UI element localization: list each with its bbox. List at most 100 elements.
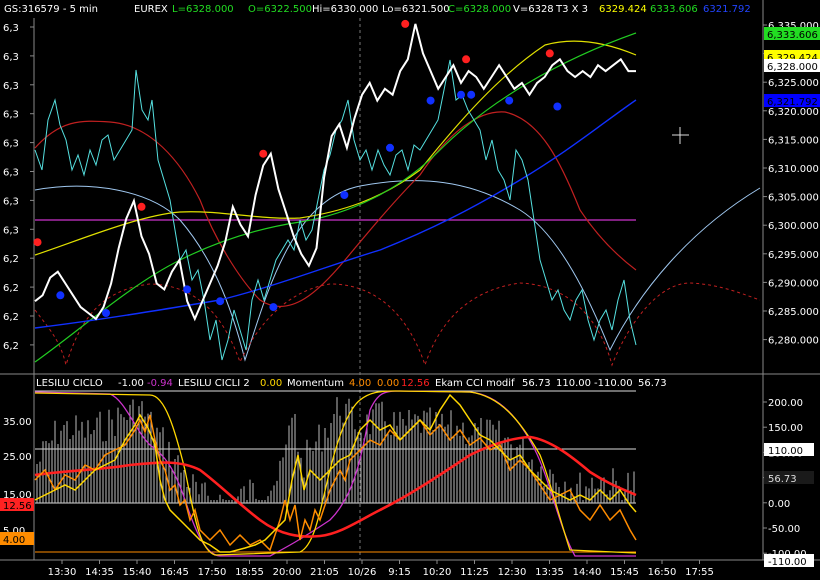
osc2-name: LESILU CICLI 2 <box>178 378 250 389</box>
swing-high-dot <box>545 49 554 58</box>
osc-left-badge: 12.56 <box>0 498 34 512</box>
time-tick-label: 15:40 <box>123 567 152 578</box>
price-left-tick-label: 6,3 <box>3 81 19 92</box>
volume-label: V=6328 <box>513 4 554 15</box>
osc-badge: -110.00 <box>764 554 814 568</box>
bars-label: T3 X 3 <box>555 4 588 15</box>
time-tick-label: 16:50 <box>648 567 677 578</box>
time-tick-label: 13:35 <box>535 567 564 578</box>
time-tick-label: 9:15 <box>388 567 410 578</box>
osc2-value: 0.00 <box>260 378 282 389</box>
price-left-tick-label: 6,3 <box>3 168 19 179</box>
symbol-label: GS:316579 - 5 min <box>4 4 98 15</box>
swing-low-dot <box>340 191 349 199</box>
trading-chart: GS:316579 - 5 min EUREX L=6328.000 O=632… <box>0 0 820 580</box>
swing-high-dot <box>137 202 146 211</box>
osc-left-tick-label: 35.00 <box>3 417 32 428</box>
indicator-1-value: 6329.424 <box>599 4 647 15</box>
osc-left-badge: 4.00 <box>0 532 34 546</box>
swing-low-dot <box>216 297 225 306</box>
price-badge: 6,333.606 <box>764 27 820 41</box>
time-tick-label: 13:30 <box>48 567 77 578</box>
osc3-name: Momentum <box>287 378 344 389</box>
time-tick-label: 12:30 <box>498 567 527 578</box>
osc3-value-c: 12.56 <box>401 378 430 389</box>
close-label: C=6328.000 <box>448 4 511 15</box>
price-tick-label: 6,295.000 <box>768 250 819 261</box>
time-tick-label: 21:05 <box>310 567 339 578</box>
price-left-tick-label: 6,2 <box>3 312 19 323</box>
swing-low-dot <box>467 90 476 99</box>
price-tick-label: 6,305.000 <box>768 193 819 204</box>
last-label: L=6328.000 <box>172 4 234 15</box>
osc-tick-label: 0.00 <box>768 499 790 510</box>
osc3-value-b: 0.00 <box>377 378 399 389</box>
swing-low-dot <box>102 309 111 317</box>
osc4-value-a: 56.73 <box>522 378 551 389</box>
osc1-name: LESILU CICLO <box>36 378 103 389</box>
osc4-value-c: -110.00 <box>594 378 633 389</box>
osc1-value-a: -1.00 <box>118 378 144 389</box>
time-tick-label: 16:45 <box>160 567 189 578</box>
swing-low-dot <box>183 285 192 294</box>
price-badge: 6,328.000 <box>764 59 820 73</box>
osc-left-tick-label: 25.00 <box>3 452 32 463</box>
price-badge-label: 6,328.000 <box>767 62 818 73</box>
open-label: O=6322.500 <box>248 4 312 15</box>
exchange-label: EUREX <box>134 4 168 15</box>
swing-low-dot <box>269 303 278 312</box>
price-left-tick-label: 6,3 <box>3 23 19 34</box>
oscillator-header: LESILU CICLO -1.00 -0.94 LESILU CICLI 2 … <box>36 378 667 389</box>
price-left-tick-label: 6,2 <box>3 254 19 265</box>
time-tick-label: 14:35 <box>85 567 114 578</box>
price-left-tick-label: 6,2 <box>3 283 19 294</box>
osc-tick-label: 150.00 <box>768 423 803 434</box>
price-tick-label: 6,325.000 <box>768 78 819 89</box>
time-tick-label: 14:40 <box>573 567 602 578</box>
osc1-value-b: -0.94 <box>147 378 173 389</box>
osc-left-badge-label: 12.56 <box>3 501 32 512</box>
price-badges: 6,333.6066,329.4246,328.0006,321.792 <box>764 27 820 108</box>
time-tick-label: 20:00 <box>273 567 302 578</box>
price-left-tick-label: 6,3 <box>3 52 19 63</box>
time-tick-label: 18:55 <box>235 567 264 578</box>
swing-low-dot <box>553 102 562 111</box>
osc4-value-d: 56.73 <box>638 378 667 389</box>
swing-low-dot <box>386 143 395 152</box>
price-badge-label: 6,321.792 <box>767 97 818 108</box>
osc4-name: Ekam CCI modif <box>435 378 515 389</box>
swing-low-dot <box>457 90 466 99</box>
osc-badge: 56.73 <box>764 471 814 485</box>
price-tick-label: 6,315.000 <box>768 135 819 146</box>
swing-low-dot <box>56 291 65 300</box>
price-badge-label: 6,333.606 <box>767 30 818 41</box>
time-tick-label: 10:20 <box>423 567 452 578</box>
swing-high-dot <box>33 238 42 247</box>
time-tick-label: 17:50 <box>198 567 227 578</box>
price-left-tick-label: 6,3 <box>3 139 19 150</box>
osc-tick-label: -50.00 <box>768 524 800 535</box>
price-left-tick-label: 6,3 <box>3 225 19 236</box>
indicator-3-value: 6321.792 <box>703 4 751 15</box>
price-tick-label: 6,290.000 <box>768 278 819 289</box>
time-tick-label: 15:45 <box>610 567 639 578</box>
low-label: Lo=6321.500 <box>382 4 450 15</box>
price-tick-label: 6,300.000 <box>768 221 819 232</box>
time-tick-label: 11:25 <box>460 567 489 578</box>
osc-badge: 110.00 <box>764 443 814 457</box>
price-left-tick-label: 6,3 <box>3 196 19 207</box>
osc-tick-label: 200.00 <box>768 398 803 409</box>
price-tick-label: 6,280.000 <box>768 336 819 347</box>
swing-high-dot <box>462 55 471 64</box>
price-tick-label: 6,285.000 <box>768 307 819 318</box>
osc3-value-a: 4.00 <box>349 378 371 389</box>
osc-left-badge-label: 4.00 <box>3 535 25 546</box>
high-label: Hi=6330.000 <box>312 4 378 15</box>
indicator-2-value: 6333.606 <box>650 4 698 15</box>
osc-badge-label: 56.73 <box>768 474 797 485</box>
time-tick-label: 17:55 <box>685 567 714 578</box>
swing-low-dot <box>505 96 514 105</box>
price-tick-label: 6,310.000 <box>768 164 819 175</box>
price-badge: 6,321.792 <box>764 94 820 108</box>
osc-badge-label: -110.00 <box>768 557 807 568</box>
